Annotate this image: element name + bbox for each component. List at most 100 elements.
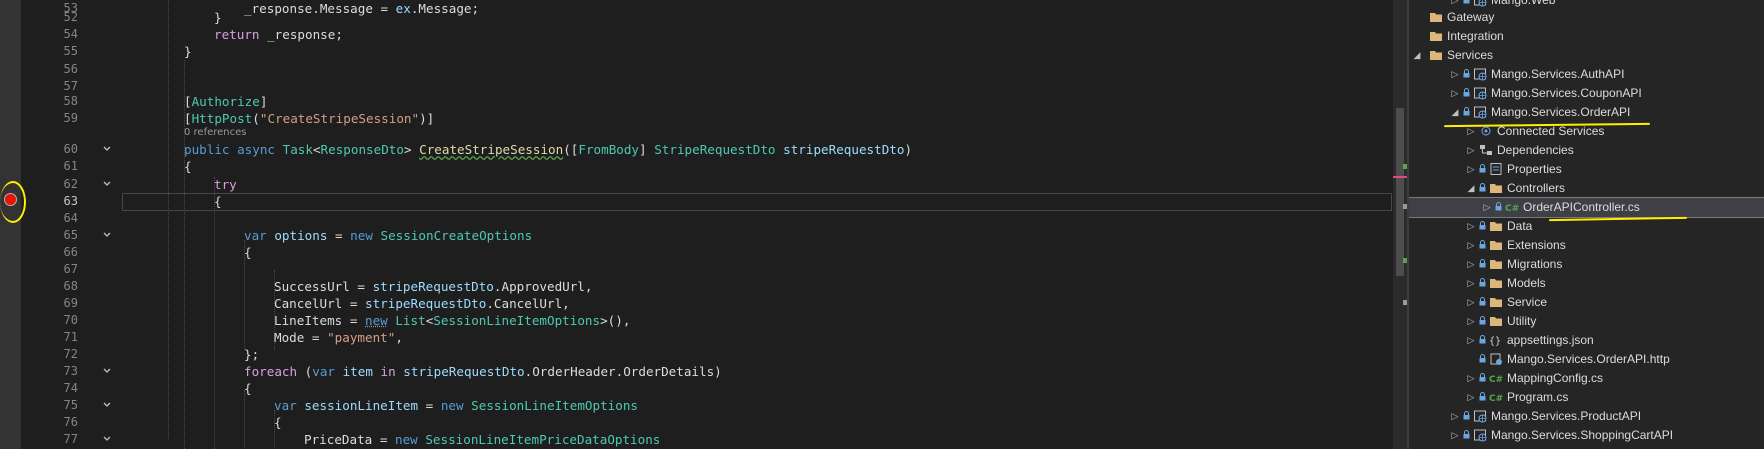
codelens-references[interactable]: 0 references bbox=[184, 127, 247, 138]
code-line[interactable]: 59 [HttpPost("CreateStripeSession")] bbox=[0, 110, 1407, 127]
expand-arrow-right-icon[interactable]: ▷ bbox=[1467, 126, 1475, 136]
tree-item[interactable]: Integration bbox=[1409, 27, 1764, 46]
expand-arrow-right-icon[interactable]: ▷ bbox=[1483, 202, 1491, 212]
code-token: { bbox=[274, 415, 282, 430]
code-line[interactable]: 65 var options = new SessionCreateOptions bbox=[0, 227, 1407, 244]
tree-item[interactable]: ◢ Services bbox=[1409, 46, 1764, 65]
expand-arrow-right-icon[interactable]: ▷ bbox=[1451, 430, 1459, 440]
tree-item[interactable]: ▷ Utility bbox=[1409, 312, 1764, 331]
code-line[interactable]: 74 { bbox=[0, 380, 1407, 397]
code-line[interactable]: 55} bbox=[0, 43, 1407, 60]
code-text[interactable]: foreach (var item in stripeRequestDto.Or… bbox=[244, 363, 722, 380]
code-text[interactable]: try bbox=[214, 176, 237, 193]
expand-arrow-right-icon[interactable]: ▷ bbox=[1451, 88, 1459, 98]
scrollbar-thumb[interactable] bbox=[1396, 108, 1404, 276]
expand-arrow-right-icon[interactable]: ▷ bbox=[1467, 373, 1475, 383]
code-text[interactable]: } bbox=[214, 9, 222, 26]
tree-item[interactable]: ▷ Migrations bbox=[1409, 255, 1764, 274]
code-line[interactable]: 76 { bbox=[0, 414, 1407, 431]
editor-vertical-scrollbar[interactable] bbox=[1393, 0, 1407, 449]
expand-arrow-right-icon[interactable]: ▷ bbox=[1467, 164, 1475, 174]
code-line[interactable]: 63 { bbox=[0, 193, 1407, 210]
expand-arrow-right-icon[interactable]: ▷ bbox=[1467, 221, 1475, 231]
code-text[interactable]: }; bbox=[244, 346, 259, 363]
code-text[interactable]: Mode = "payment", bbox=[274, 329, 403, 346]
code-text[interactable]: { bbox=[274, 414, 282, 431]
expand-arrow-right-icon[interactable]: ▷ bbox=[1451, 69, 1459, 79]
expand-arrow-right-icon[interactable]: ▷ bbox=[1467, 335, 1475, 345]
tree-item[interactable]: ▷ Models bbox=[1409, 274, 1764, 293]
expand-arrow-down-icon[interactable]: ◢ bbox=[1451, 107, 1459, 117]
code-text[interactable]: { bbox=[214, 193, 222, 210]
tree-item[interactable]: ▷ C# Program.cs bbox=[1409, 388, 1764, 407]
code-line[interactable]: 52} bbox=[0, 9, 1407, 26]
expand-arrow-right-icon[interactable]: ▷ bbox=[1467, 392, 1475, 402]
code-line[interactable]: 58 [Authorize] bbox=[0, 93, 1407, 110]
tree-item[interactable]: ▷ Dependencies bbox=[1409, 141, 1764, 160]
expand-arrow-right-icon[interactable]: ▷ bbox=[1467, 259, 1475, 269]
code-line[interactable]: 72}; bbox=[0, 346, 1407, 363]
fold-chevron-icon[interactable] bbox=[102, 144, 112, 154]
code-line[interactable]: 61 { bbox=[0, 158, 1407, 175]
tree-item[interactable]: ▷ Mango.Services.ProductAPI bbox=[1409, 407, 1764, 426]
code-text[interactable]: CancelUrl = stripeRequestDto.CancelUrl, bbox=[274, 295, 570, 312]
code-text[interactable]: { bbox=[244, 244, 252, 261]
code-text[interactable]: var options = new SessionCreateOptions bbox=[244, 227, 532, 244]
code-line[interactable]: 64 bbox=[0, 210, 1407, 227]
code-line[interactable]: 62 try bbox=[0, 176, 1407, 193]
fold-chevron-icon[interactable] bbox=[102, 230, 112, 240]
code-line[interactable]: 75 var sessionLineItem = new SessionLineI… bbox=[0, 397, 1407, 414]
code-text[interactable]: LineItems = new List<SessionLineItemOpti… bbox=[274, 312, 630, 329]
code-line[interactable]: 60 public async Task<ResponseDto> CreateS… bbox=[0, 141, 1407, 158]
code-text[interactable]: [HttpPost("CreateStripeSession")] bbox=[184, 110, 434, 127]
tree-item[interactable]: ◢ Mango.Services.OrderAPI bbox=[1409, 103, 1764, 122]
code-line[interactable]: 69 CancelUrl = stripeRequestDto.CancelUrl… bbox=[0, 295, 1407, 312]
expand-arrow-right-icon[interactable]: ▷ bbox=[1467, 297, 1475, 307]
expand-arrow-down-icon[interactable]: ◢ bbox=[1467, 183, 1475, 193]
code-token: foreach bbox=[244, 364, 298, 379]
tree-item[interactable]: ▷ C# OrderAPIController.cs bbox=[1409, 197, 1764, 218]
expand-arrow-right-icon[interactable]: ▷ bbox=[1467, 316, 1475, 326]
tree-item[interactable]: ▷ {} appsettings.json bbox=[1409, 331, 1764, 350]
code-line[interactable]: 70 LineItems = new List<SessionLineItemOp… bbox=[0, 312, 1407, 329]
fold-chevron-icon[interactable] bbox=[102, 179, 112, 189]
code-line[interactable]: 71 Mode = "payment", bbox=[0, 329, 1407, 346]
code-text[interactable]: { bbox=[184, 158, 192, 175]
expand-arrow-right-icon[interactable]: ▷ bbox=[1467, 145, 1475, 155]
code-line[interactable]: 56 bbox=[0, 61, 1407, 78]
code-line[interactable]: 54 return _response; bbox=[0, 26, 1407, 43]
expand-arrow-right-icon[interactable]: ▷ bbox=[1467, 240, 1475, 250]
expand-arrow-right-icon[interactable]: ▷ bbox=[1451, 0, 1459, 5]
tree-item[interactable]: ▷ Mango.Services.CouponAPI bbox=[1409, 84, 1764, 103]
code-line[interactable]: 77 PriceData = new SessionLineItemPriceDa… bbox=[0, 431, 1407, 448]
tree-item[interactable]: ▷ Service bbox=[1409, 293, 1764, 312]
fold-chevron-icon[interactable] bbox=[102, 400, 112, 410]
code-text[interactable]: } bbox=[184, 43, 192, 60]
code-line[interactable]: 66 { bbox=[0, 244, 1407, 261]
code-text[interactable]: { bbox=[244, 380, 252, 397]
tree-item[interactable]: ▷ Properties bbox=[1409, 160, 1764, 179]
code-editor[interactable]: 53 _response.Message = ex.Message; 52} 54 re… bbox=[0, 0, 1407, 449]
code-text[interactable]: [Authorize] bbox=[184, 93, 267, 110]
expand-arrow-right-icon[interactable]: ▷ bbox=[1451, 411, 1459, 421]
code-text[interactable]: public async Task<ResponseDto> CreateStr… bbox=[184, 141, 912, 158]
code-line[interactable]: 73 foreach (var item in stripeRequestDto.… bbox=[0, 363, 1407, 380]
tree-item[interactable]: ▷ Mango.Services.ShoppingCartAPI bbox=[1409, 426, 1764, 445]
code-text[interactable]: PriceData = new SessionLineItemPriceData… bbox=[304, 431, 660, 448]
code-text[interactable]: var sessionLineItem = new SessionLineIte… bbox=[274, 397, 638, 414]
code-line[interactable]: 67 bbox=[0, 261, 1407, 278]
fold-chevron-icon[interactable] bbox=[102, 366, 112, 376]
code-line[interactable]: 68 SuccessUrl = stripeRequestDto.Approved… bbox=[0, 278, 1407, 295]
tree-item[interactable]: ▷ Extensions bbox=[1409, 236, 1764, 255]
fold-chevron-icon[interactable] bbox=[102, 434, 112, 444]
code-text[interactable]: return _response; bbox=[214, 26, 343, 43]
expand-arrow-down-icon[interactable]: ◢ bbox=[1413, 50, 1421, 60]
tree-item[interactable]: ▷ Mango.Services.AuthAPI bbox=[1409, 65, 1764, 84]
code-text[interactable]: SuccessUrl = stripeRequestDto.ApprovedUr… bbox=[274, 278, 592, 295]
solution-explorer[interactable]: ▷ Mango.Web Gateway Integration ◢ Services ▷ Ma… bbox=[1409, 0, 1764, 449]
tree-item[interactable]: ▷ C# MappingConfig.cs bbox=[1409, 369, 1764, 388]
tree-item[interactable]: ◢ Controllers bbox=[1409, 179, 1764, 198]
tree-item[interactable]: Gateway bbox=[1409, 8, 1764, 27]
tree-item[interactable]: Mango.Services.OrderAPI.http bbox=[1409, 350, 1764, 369]
expand-arrow-right-icon[interactable]: ▷ bbox=[1467, 278, 1475, 288]
